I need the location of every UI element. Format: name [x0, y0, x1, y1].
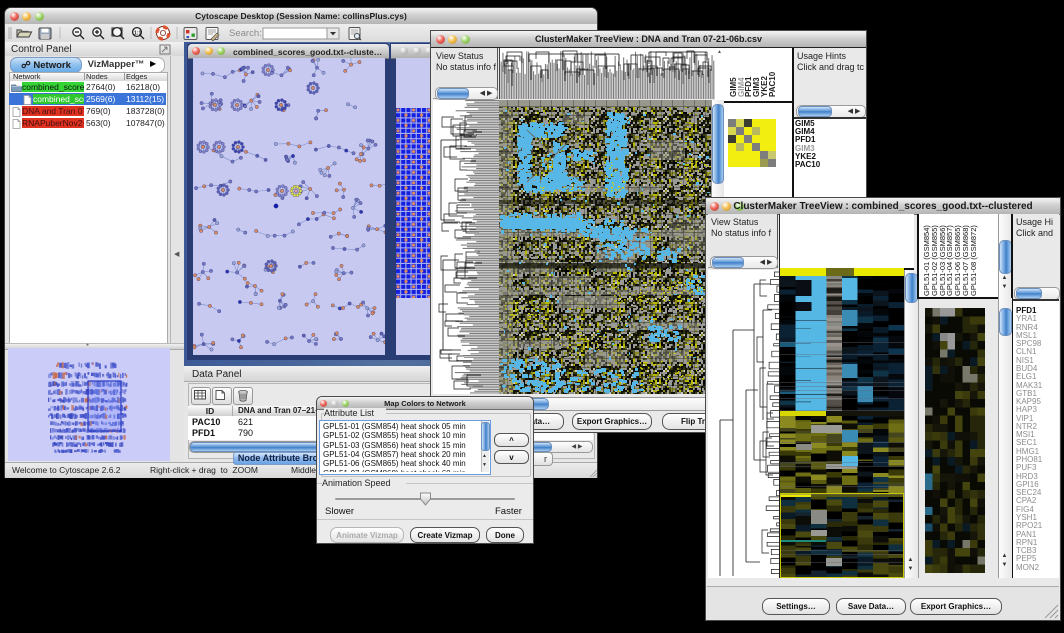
- svg-text:1:1: 1:1: [134, 31, 141, 37]
- svg-text:Search:: Search:: [229, 28, 262, 39]
